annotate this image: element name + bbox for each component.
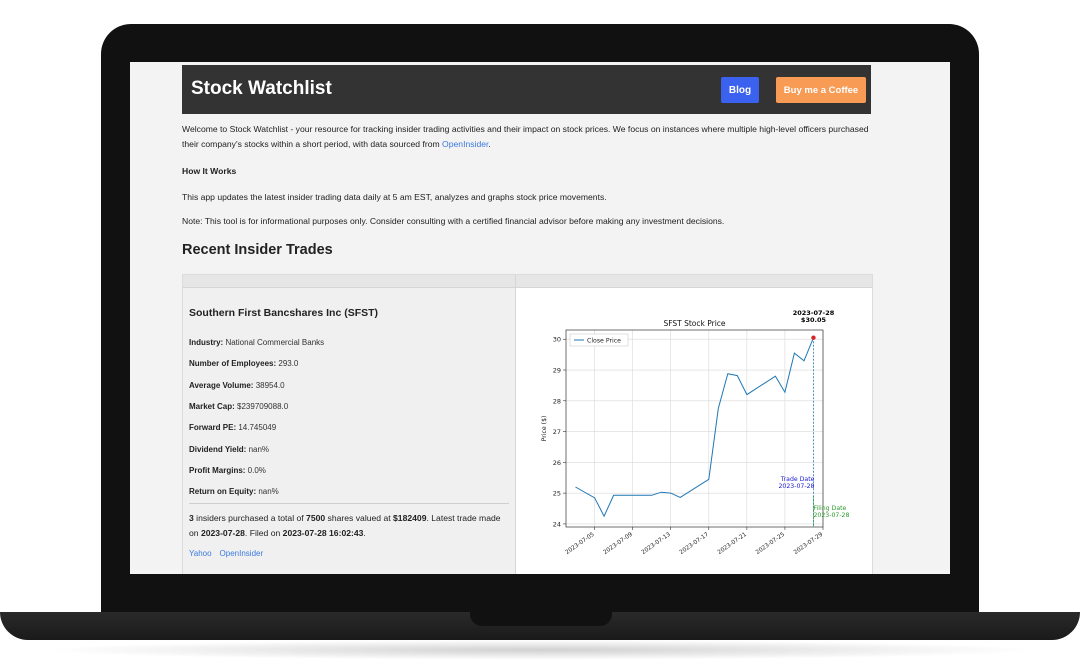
yahoo-link[interactable]: Yahoo	[189, 549, 212, 558]
stat-row: Forward PE: 14.745049	[189, 423, 276, 432]
filing-date-label: Filing Date	[813, 505, 846, 512]
stat-value: $239709088.0	[234, 401, 289, 411]
browser-viewport: Stock Watchlist Blog Buy me a Coffee Wel…	[130, 62, 950, 574]
stat-label: Forward PE:	[189, 423, 237, 433]
y-tick-label: 25	[553, 490, 561, 498]
stat-row: Number of Employees: 293.0	[189, 359, 298, 368]
y-tick-label: 30	[553, 336, 561, 344]
plot-frame	[565, 329, 824, 528]
stat-value: National Commercial Banks	[223, 338, 325, 347]
y-tick-label: 28	[553, 397, 561, 405]
laptop-notch	[470, 612, 612, 626]
stat-label: Number of Employees:	[189, 359, 277, 369]
company-name: Southern First Bancshares Inc (SFST)	[189, 307, 379, 319]
stat-row: Return on Equity: nan%	[189, 487, 279, 496]
blog-button[interactable]: Blog	[721, 77, 759, 103]
x-tick-label: 2023-07-25	[755, 532, 786, 556]
legend-label: Close Price	[587, 337, 621, 344]
x-tick-label: 2023-07-21	[717, 532, 748, 556]
trade-date: 2023-07-28	[200, 528, 245, 538]
x-tick-label: 2023-07-05	[565, 532, 596, 556]
x-tick-label: 2023-07-17	[679, 532, 710, 556]
external-links: Yahoo OpenInsider	[189, 549, 271, 558]
share-count: 7500	[306, 513, 326, 523]
x-tick-label: 2023-07-09	[603, 532, 634, 556]
trade-date-value: 2023-07-28	[779, 483, 815, 490]
stat-label: Return on Equity:	[189, 487, 257, 497]
stat-label: Industry:	[189, 338, 224, 347]
stat-row: Dividend Yield: nan%	[189, 445, 269, 454]
trades-table: Southern First Bancshares Inc (SFST) Ind…	[182, 274, 873, 574]
filing-date-value: 2023-07-28	[813, 512, 849, 519]
x-tick-label: 2023-07-29	[793, 532, 824, 556]
chart-cell: 24 25 26 27 28 29 30 2023-07-05 2023-07-09 2023-0…	[516, 288, 872, 574]
how-it-works-text: This app updates the latest insider trad…	[182, 192, 607, 202]
stat-value: 38954.0	[253, 380, 285, 390]
brand-title[interactable]: Stock Watchlist	[191, 78, 332, 100]
summary-text: .	[363, 528, 366, 538]
intro-text: Welcome to Stock Watchlist - your resour…	[182, 124, 869, 149]
openinsider-link[interactable]: OpenInsider	[442, 139, 488, 149]
openinsider-trade-link[interactable]: OpenInsider	[220, 549, 264, 558]
trade-date-label: Trade Date	[780, 476, 815, 483]
y-tick-label: 24	[553, 520, 561, 528]
x-tick-label: 2023-07-13	[641, 532, 672, 556]
recent-trades-heading: Recent Insider Trades	[182, 242, 333, 258]
y-tick-label: 29	[553, 367, 561, 375]
table-header	[183, 275, 872, 288]
intro-end: .	[488, 139, 491, 149]
y-axis-label: Price ($)	[541, 416, 548, 442]
stat-value: 14.745049	[236, 423, 277, 433]
summary-text: insiders purchased a total of	[193, 513, 307, 523]
summary-text: . Filed on	[244, 528, 283, 538]
filed-date: 2023-07-28 16:02:43	[282, 528, 364, 538]
stat-label: Profit Margins:	[189, 465, 246, 475]
y-tick-label: 26	[553, 459, 561, 467]
divider	[189, 503, 509, 504]
stat-value: 293.0	[276, 359, 299, 369]
stat-value: nan%	[256, 487, 279, 497]
navbar: Stock Watchlist Blog Buy me a Coffee	[182, 65, 871, 114]
disclaimer-text: Note: This tool is for informational pur…	[182, 216, 725, 226]
y-tick-label: 27	[553, 428, 561, 436]
chart-title: SFST Stock Price	[663, 319, 725, 328]
peak-marker	[811, 335, 816, 340]
stat-row: Market Cap: $239709088.0	[189, 402, 288, 411]
stat-value: 0.0%	[245, 465, 266, 475]
stat-label: Dividend Yield:	[189, 444, 247, 454]
summary-text: shares valued at	[325, 513, 394, 523]
stat-row: Industry: National Commercial Banks	[189, 338, 324, 347]
stat-value: nan%	[246, 444, 270, 454]
how-it-works-heading: How It Works	[182, 166, 237, 176]
stat-row: Profit Margins: 0.0%	[189, 466, 266, 475]
trade-summary: 3 insiders purchased a total of 7500 sha…	[189, 511, 509, 541]
buy-coffee-button[interactable]: Buy me a Coffee	[776, 77, 866, 103]
trade-value: $182409	[393, 513, 427, 523]
stat-row: Average Volume: 38954.0	[189, 381, 285, 390]
stat-label: Market Cap:	[189, 401, 235, 411]
laptop-shadow	[40, 640, 1040, 660]
intro-paragraph: Welcome to Stock Watchlist - your resour…	[182, 122, 874, 152]
stat-label: Average Volume:	[189, 380, 254, 390]
peak-price-label: $30.05	[801, 316, 827, 324]
stock-price-chart: 24 25 26 27 28 29 30 2023-07-05 2023-07-09 2023-0…	[541, 309, 850, 556]
